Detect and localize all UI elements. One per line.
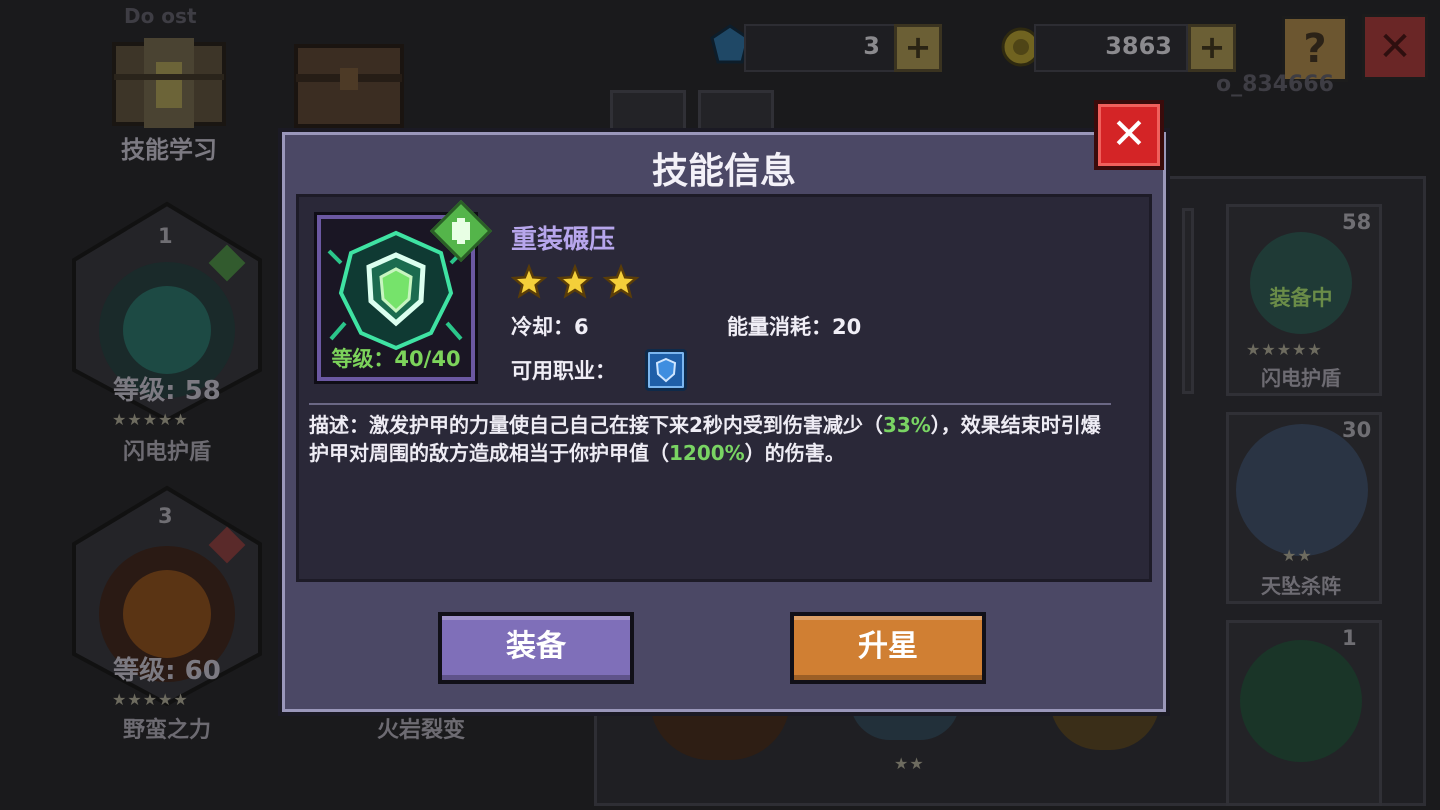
- desc-text-3: ）的伤害。: [744, 441, 845, 465]
- skill-name: 重装碾压: [511, 225, 616, 255]
- skill-card-2-stars: ★★: [1282, 546, 1313, 565]
- skill-learn-label: 技能学习: [121, 136, 217, 164]
- gem-count: 3: [863, 32, 880, 60]
- add-gold-button[interactable]: +: [1188, 24, 1236, 72]
- dialog-title: 技能信息: [651, 151, 796, 192]
- desc-highlight-2: 1200%: [669, 441, 745, 465]
- star-icon: [602, 263, 640, 299]
- skill-card-2-art: [1236, 424, 1368, 556]
- star-icon: [556, 263, 594, 299]
- skill-slot-2-name: 野蛮之力: [122, 718, 211, 743]
- shield-class-icon: [645, 349, 687, 391]
- skill-card-1-status: 装备中: [1269, 286, 1333, 310]
- skill-card-1-stars: ★★★★★: [1246, 340, 1323, 359]
- skill-stars: [511, 263, 640, 299]
- skill-chest-icon[interactable]: [104, 24, 234, 134]
- skill-slot-1-level: 等级: 58: [113, 376, 221, 406]
- divider: [309, 403, 1111, 405]
- chest-icon[interactable]: [284, 24, 414, 134]
- skill-card-bottom-1[interactable]: [1182, 208, 1194, 394]
- skill-description: 描述：激发护甲的力量使自己自己在接下来2秒内受到伤害减少（33%），效果结束时引…: [309, 411, 1109, 467]
- bottom-card-stars: ★★: [894, 754, 925, 773]
- skill-card-1-count: 58: [1342, 210, 1372, 234]
- skill-detail-panel: 等级：40/40 重装碾压 冷却：6 能量消耗：20 可用职业： 描述：激发护甲…: [296, 194, 1152, 582]
- star-icon: [511, 263, 548, 299]
- energy-cost-label: 能量消耗：20: [727, 315, 862, 339]
- cooldown-label: 冷却：6: [511, 315, 589, 339]
- equip-button[interactable]: 装备: [438, 612, 634, 684]
- skill-card-3-art: [1240, 640, 1362, 762]
- usable-class-label: 可用职业：: [511, 359, 616, 383]
- desc-highlight-1: 33%: [882, 413, 931, 437]
- skill-card-1-name: 闪电护盾: [1261, 366, 1341, 390]
- add-gems-button[interactable]: +: [894, 24, 942, 72]
- close-dialog-button[interactable]: ✕: [1094, 100, 1164, 170]
- desc-text-1: 描述：激发护甲的力量使自己自己在接下来2秒内受到伤害减少（: [309, 413, 883, 437]
- skill-level-label: 等级：40/40: [331, 347, 461, 371]
- upgrade-star-button[interactable]: 升星: [790, 612, 986, 684]
- skill-card-2-count: 30: [1342, 418, 1372, 442]
- exit-button[interactable]: ✕: [1362, 14, 1428, 80]
- skill-card-3-count: 1: [1342, 626, 1357, 650]
- middle-skill-name: 火岩裂变: [376, 718, 465, 743]
- gold-count: 3863: [1105, 32, 1172, 60]
- skill-card-2-name: 天坠杀阵: [1261, 574, 1341, 598]
- player-id: o_834666: [1216, 72, 1334, 97]
- skill-slot-1-name: 闪电护盾: [122, 440, 211, 465]
- skill-slot-2-stars: ★★★★★: [112, 690, 189, 709]
- skill-slot-1-rank: 1: [158, 224, 173, 248]
- skill-slot-1-stars: ★★★★★: [112, 410, 189, 429]
- skill-slot-2-level: 等级: 60: [113, 656, 221, 686]
- skill-slot-2-rank: 3: [158, 504, 173, 528]
- skill-info-dialog: 技能信息 等级：40/40 重装碾压 冷却：6 能量消耗：20 可用职业： 描述…: [278, 128, 1170, 716]
